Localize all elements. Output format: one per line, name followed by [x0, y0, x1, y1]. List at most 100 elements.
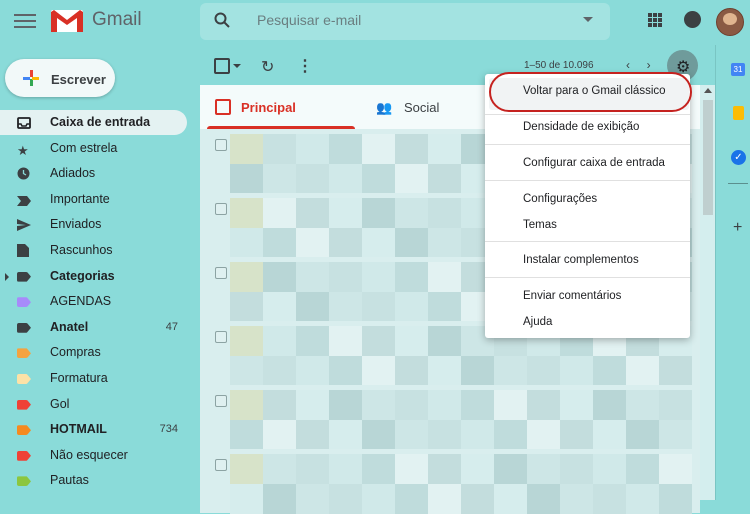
obscured-content-block	[263, 292, 296, 322]
menu-item-density[interactable]: Densidade de exibição	[523, 121, 639, 133]
row-checkbox[interactable]	[215, 459, 227, 471]
obscured-content-block	[494, 454, 527, 484]
label-icon	[17, 297, 31, 308]
obscured-content-block	[395, 356, 428, 386]
obscured-content-block	[263, 198, 296, 228]
sidebar-item-hotmail[interactable]: HOTMAIL 734	[0, 417, 187, 442]
pagination-arrows-icon[interactable]: ‹ ›	[626, 58, 651, 72]
menu-item-themes[interactable]: Temas	[523, 219, 557, 231]
notifications-icon[interactable]	[684, 11, 701, 28]
table-row[interactable]	[200, 449, 700, 514]
obscured-content-block	[263, 134, 296, 164]
row-checkbox[interactable]	[215, 139, 227, 151]
obscured-content-block	[395, 292, 428, 322]
compose-button[interactable]: Escrever	[5, 59, 115, 97]
obscured-content-block	[395, 454, 428, 484]
sidebar-item-pautas[interactable]: Pautas	[0, 468, 187, 493]
sidebar-item-caixa-de-entrada[interactable]: Caixa de entrada	[0, 110, 187, 135]
obscured-content-block	[494, 420, 527, 450]
menu-item-help[interactable]: Ajuda	[523, 316, 552, 328]
menu-item-install-addons[interactable]: Instalar complementos	[523, 254, 639, 266]
obscured-content-block	[461, 484, 494, 514]
obscured-content-block	[230, 198, 263, 228]
label-icon	[17, 399, 31, 410]
add-addon-icon[interactable]: +	[733, 219, 742, 237]
obscured-content-block	[461, 390, 494, 420]
search-input[interactable]: Pesquisar e-mail	[257, 12, 361, 28]
label-icon	[17, 348, 31, 359]
sidebar-item-n-o-esquecer[interactable]: Não esquecer	[0, 443, 187, 468]
row-checkbox[interactable]	[215, 267, 227, 279]
sidebar-item-label: Formatura	[50, 371, 108, 385]
tab-principal[interactable]: Principal	[241, 100, 296, 115]
sidebar-item-enviados[interactable]: Enviados	[0, 212, 187, 237]
sidebar-item-importante[interactable]: Importante	[0, 187, 187, 212]
plus-icon	[23, 70, 39, 86]
sidebar-item-com-estrela[interactable]: ★ Com estrela	[0, 136, 187, 161]
main-menu-icon[interactable]	[14, 11, 36, 31]
sidebar-item-label: AGENDAS	[50, 294, 112, 309]
gmail-logo[interactable]	[50, 8, 84, 34]
keep-icon[interactable]	[733, 106, 744, 120]
divider	[485, 144, 690, 145]
label-icon	[17, 374, 31, 384]
apps-grid-icon[interactable]	[648, 13, 662, 27]
label-icon	[17, 271, 31, 282]
app-name: Gmail	[92, 9, 142, 30]
obscured-content-block	[527, 484, 560, 514]
select-options-chevron-down-icon[interactable]	[233, 64, 241, 68]
avatar[interactable]	[716, 8, 744, 36]
obscured-content-block	[296, 228, 329, 258]
menu-item-send-feedback[interactable]: Enviar comentários	[523, 290, 621, 302]
row-checkbox[interactable]	[215, 395, 227, 407]
clock-icon	[17, 167, 30, 185]
sidebar-item-label: Pautas	[50, 473, 89, 488]
send-icon	[17, 218, 31, 236]
sidebar-item-categorias[interactable]: Categorias	[0, 264, 187, 289]
sidebar-item-agendas[interactable]: AGENDAS	[0, 289, 187, 314]
refresh-icon[interactable]: ↻	[261, 57, 274, 77]
obscured-content-block	[230, 228, 263, 258]
sidebar-item-label: Compras	[50, 345, 101, 360]
menu-item-settings[interactable]: Configurações	[523, 193, 597, 205]
table-row[interactable]	[200, 385, 700, 450]
search-options-chevron-down-icon[interactable]	[583, 17, 593, 22]
row-checkbox[interactable]	[215, 203, 227, 215]
obscured-content-block	[329, 390, 362, 420]
calendar-icon[interactable]: 31	[731, 63, 745, 76]
sidebar-item-compras[interactable]: Compras	[0, 340, 187, 365]
select-all-checkbox[interactable]	[214, 58, 230, 74]
sidebar-item-gol[interactable]: Gol	[0, 392, 187, 417]
sidebar-item-adiados[interactable]: Adiados	[0, 161, 187, 186]
obscured-content-block	[527, 390, 560, 420]
label-icon	[17, 476, 31, 487]
tasks-icon[interactable]: ✓	[731, 150, 746, 165]
sidebar-item-formatura[interactable]: Formatura	[0, 366, 187, 391]
obscured-content-block	[395, 326, 428, 356]
row-checkbox[interactable]	[215, 331, 227, 343]
obscured-content-block	[296, 262, 329, 292]
star-icon: ★	[17, 142, 29, 158]
obscured-content-block	[230, 292, 263, 322]
more-options-icon[interactable]: ⋮	[297, 56, 313, 76]
obscured-content-block	[263, 454, 296, 484]
obscured-content-block	[593, 356, 626, 386]
sidebar-item-anatel[interactable]: Anatel 47	[0, 315, 187, 340]
obscured-content-block	[593, 454, 626, 484]
obscured-content-block	[593, 420, 626, 450]
obscured-content-block	[362, 454, 395, 484]
obscured-content-block	[428, 198, 461, 228]
expand-arrow-icon[interactable]	[5, 272, 9, 281]
tab-social[interactable]: Social	[404, 100, 439, 115]
scroll-up-icon[interactable]	[704, 88, 712, 93]
sidebar-item-rascunhos[interactable]: Rascunhos	[0, 238, 187, 263]
obscured-content-block	[263, 262, 296, 292]
menu-item-configure-inbox[interactable]: Configurar caixa de entrada	[523, 157, 665, 169]
obscured-content-block	[560, 454, 593, 484]
scrollbar-thumb[interactable]	[703, 100, 713, 215]
obscured-content-block	[296, 164, 329, 194]
obscured-content-block	[329, 454, 362, 484]
pagination-info: 1–50 de 10.096	[524, 60, 594, 71]
search-icon[interactable]	[214, 12, 230, 28]
sidebar-item-label: Caixa de entrada	[50, 115, 151, 129]
